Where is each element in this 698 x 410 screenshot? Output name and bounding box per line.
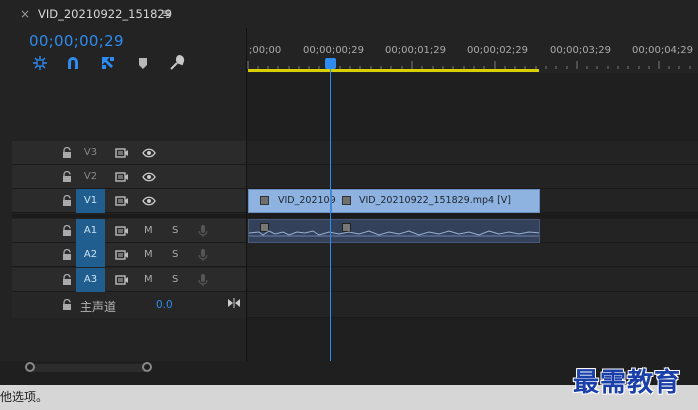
mute-button[interactable]: M xyxy=(144,274,153,285)
video-audio-separator-left xyxy=(12,214,246,218)
premiere-timeline-panel: × VID_20210922_151829 ≡ 00;00;00;29 ;00;… xyxy=(0,0,698,410)
ruler-ticks xyxy=(247,61,691,69)
eye-icon[interactable] xyxy=(142,196,156,206)
master-track-label: 主声道 xyxy=(80,300,117,314)
track-header-v1: V1 xyxy=(12,189,246,213)
timeline-tab-bar: × VID_20210922_151829 ≡ xyxy=(0,0,698,28)
track-header-a2: A2 M S xyxy=(12,243,246,267)
playhead-timecode[interactable]: 00;00;00;29 xyxy=(29,32,124,50)
eye-icon[interactable] xyxy=(142,148,156,158)
video-clip-name: VID_202109 xyxy=(278,195,336,206)
lane-a2[interactable] xyxy=(247,243,698,267)
video-clip-name: VID_20210922_151829.mp4 [V] xyxy=(359,195,512,206)
wrench-settings-icon[interactable] xyxy=(168,54,186,72)
track-label: V3 xyxy=(83,147,98,158)
eye-icon[interactable] xyxy=(142,172,156,182)
mute-button[interactable]: M xyxy=(144,249,153,260)
mute-button[interactable]: M xyxy=(144,225,153,236)
track-header-a1: A1 M S xyxy=(12,219,246,243)
audio-waveform xyxy=(249,230,539,237)
sync-lock-icon[interactable] xyxy=(115,147,129,159)
time-ruler[interactable]: ;00;00 00;00;00;29 00;00;01;29 00;00;02;… xyxy=(247,28,698,73)
add-marker-icon[interactable] xyxy=(134,54,152,72)
video-audio-separator[interactable] xyxy=(247,214,698,218)
magnet-snap-icon[interactable] xyxy=(64,54,82,72)
sync-lock-icon[interactable] xyxy=(115,249,129,261)
track-target-v1[interactable]: V1 xyxy=(76,189,105,213)
zoom-handle-left[interactable] xyxy=(25,362,35,372)
sync-lock-icon[interactable] xyxy=(115,274,129,286)
track-label: A2 xyxy=(83,249,98,260)
lock-icon[interactable] xyxy=(62,249,72,261)
microphone-icon[interactable] xyxy=(198,224,208,238)
ruler-label: 00;00;04;29 xyxy=(632,45,694,56)
video-clip[interactable]: VID_202109 VID_20210922_151829.mp4 [V] xyxy=(248,189,540,213)
master-track-header: 主声道 0.0 xyxy=(12,292,246,318)
lock-icon[interactable] xyxy=(62,274,72,286)
solo-button[interactable]: S xyxy=(172,225,178,236)
sync-lock-icon[interactable] xyxy=(115,171,129,183)
snap-to-sequence-icon[interactable] xyxy=(31,54,49,72)
status-text: 他选项。 xyxy=(0,390,49,404)
sync-lock-icon[interactable] xyxy=(115,225,129,237)
sequence-tab-title[interactable]: VID_20210922_151829 xyxy=(38,7,172,21)
go-to-end-icon[interactable] xyxy=(228,298,240,308)
lane-v3[interactable] xyxy=(247,141,698,165)
track-target-v2[interactable]: V2 xyxy=(76,165,105,189)
microphone-icon[interactable] xyxy=(198,273,208,287)
watermark-logo: 最需教育 xyxy=(573,362,695,398)
solo-button[interactable]: S xyxy=(172,249,178,260)
playhead-line[interactable] xyxy=(330,68,331,361)
fx-badge-icon xyxy=(342,196,351,205)
zoom-scrollbar-track[interactable] xyxy=(30,364,148,372)
linked-selection-icon[interactable] xyxy=(99,54,117,72)
work-area-bar[interactable] xyxy=(248,69,539,72)
ruler-label: 00;00;00;29 xyxy=(303,45,365,56)
lock-icon[interactable] xyxy=(62,147,72,159)
lock-icon[interactable] xyxy=(62,171,72,183)
watermark-text: 最需教育 xyxy=(573,368,682,398)
ruler-label: ;00;00 xyxy=(249,45,282,56)
track-header-a3: A3 M S xyxy=(12,268,246,292)
ruler-label: 00;00;01;29 xyxy=(385,45,447,56)
track-target-a2[interactable]: A2 xyxy=(76,243,105,267)
zoom-handle-right[interactable] xyxy=(142,362,152,372)
sync-lock-icon[interactable] xyxy=(115,195,129,207)
clip-edit-point[interactable] xyxy=(331,190,332,212)
ruler-label: 00;00;03;29 xyxy=(550,45,612,56)
lock-icon[interactable] xyxy=(62,195,72,207)
lane-a3[interactable] xyxy=(247,268,698,292)
track-label: V2 xyxy=(83,171,98,182)
track-target-a3[interactable]: A3 xyxy=(76,268,105,292)
track-header-v2: V2 xyxy=(12,165,246,189)
panel-menu-icon[interactable]: ≡ xyxy=(162,6,172,20)
track-header-v3: V3 xyxy=(12,141,246,165)
lock-icon[interactable] xyxy=(62,225,72,237)
fx-badge-icon xyxy=(260,196,269,205)
ruler-label: 00;00;02;29 xyxy=(467,45,529,56)
track-target-v3[interactable]: V3 xyxy=(76,141,105,165)
close-tab-icon[interactable]: × xyxy=(20,7,30,21)
lane-master[interactable] xyxy=(247,292,698,318)
audio-clip[interactable] xyxy=(248,219,540,243)
microphone-icon[interactable] xyxy=(198,248,208,262)
lane-v2[interactable] xyxy=(247,165,698,189)
master-volume-value[interactable]: 0.0 xyxy=(156,299,173,311)
track-label: A1 xyxy=(83,225,98,236)
track-label: A3 xyxy=(83,274,98,285)
track-target-a1[interactable]: A1 xyxy=(76,219,105,243)
track-label: V1 xyxy=(83,195,98,206)
lock-icon[interactable] xyxy=(62,299,72,311)
solo-button[interactable]: S xyxy=(172,274,178,285)
timeline-header: 00;00;00;29 xyxy=(0,28,246,138)
